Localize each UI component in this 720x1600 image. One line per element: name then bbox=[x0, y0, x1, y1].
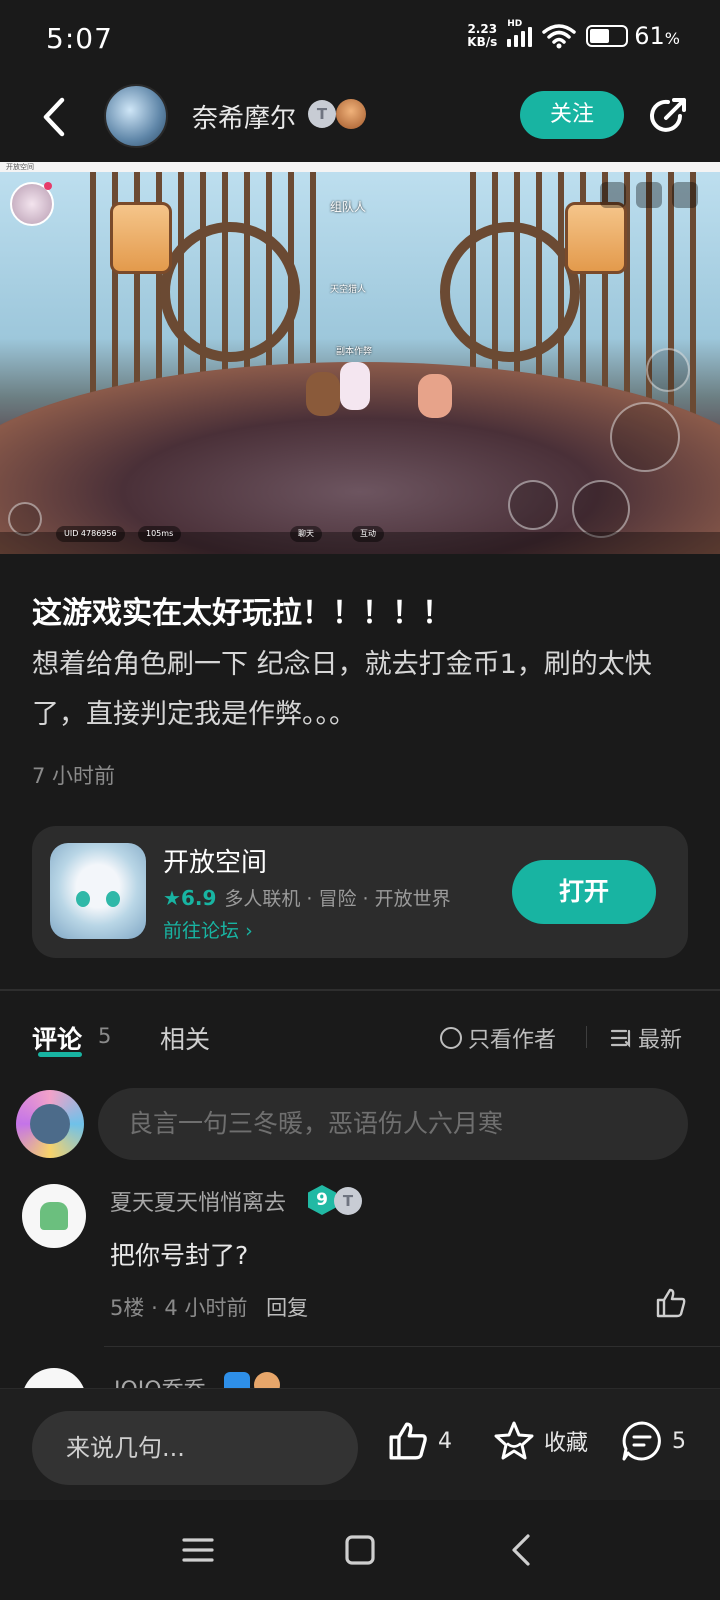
my-avatar-inner bbox=[30, 1104, 70, 1144]
comment-bubble-icon bbox=[622, 1421, 661, 1461]
comments-button[interactable]: 5 bbox=[620, 1419, 686, 1463]
sort-button[interactable]: 最新 bbox=[610, 1022, 682, 1054]
forum-link[interactable]: 前往论坛 › bbox=[163, 916, 253, 943]
open-app-button[interactable]: 打开 bbox=[512, 860, 656, 924]
comment-input[interactable]: 良言一句三冬暖，恶语伤人六月寒 bbox=[98, 1088, 688, 1160]
lantern-left bbox=[110, 202, 172, 274]
skill-button bbox=[572, 480, 630, 538]
wifi-icon bbox=[542, 24, 576, 49]
top-banner-text: 组队人 bbox=[330, 200, 367, 214]
uid-label: UID 4786956 bbox=[56, 526, 125, 542]
title-badge: T bbox=[334, 1187, 362, 1215]
clock-icon bbox=[8, 502, 42, 536]
post-title: 这游戏实在太好玩拉！！！！！ bbox=[32, 596, 452, 631]
battery-percent: 61% bbox=[634, 22, 680, 50]
radio-icon bbox=[440, 1027, 462, 1049]
post-media[interactable]: 开放空间 组队人 天空猎人 副本作弊 UID 4786956 105ms 聊天 … bbox=[0, 162, 720, 554]
section-divider bbox=[0, 989, 720, 991]
thumbs-up-icon bbox=[389, 1422, 427, 1460]
level-badge: 9 bbox=[308, 1185, 336, 1215]
post-header: 奈希摩尔 T 关注 bbox=[0, 78, 720, 160]
back-icon[interactable] bbox=[36, 92, 76, 142]
tab-related[interactable]: 相关 bbox=[160, 1020, 210, 1056]
home-icon[interactable] bbox=[340, 1530, 380, 1570]
skill-button-2 bbox=[508, 480, 558, 530]
character-badge bbox=[336, 99, 366, 129]
comment-username[interactable]: 夏天夏天悄悄离去 bbox=[110, 1185, 286, 1217]
title-badge: T bbox=[308, 100, 336, 128]
status-time: 5:07 bbox=[46, 22, 113, 55]
bear-right bbox=[418, 374, 452, 418]
star-icon: ★ bbox=[163, 885, 181, 910]
app-name[interactable]: 开放空间 bbox=[163, 842, 267, 879]
author-name[interactable]: 奈希摩尔 bbox=[192, 98, 296, 135]
interact-pill: 互动 bbox=[352, 526, 384, 542]
share-icon[interactable] bbox=[646, 94, 690, 138]
status-bar: 5:07 2.23 KB/s HD 61% bbox=[0, 0, 720, 78]
comment-meta: 5楼 · 4 小时前 回复 bbox=[110, 1296, 309, 1320]
reply-button[interactable]: 回复 bbox=[266, 1296, 308, 1320]
network-speed: 2.23 KB/s bbox=[467, 22, 498, 49]
follow-button[interactable]: 关注 bbox=[520, 91, 624, 139]
signal-icon: HD bbox=[507, 19, 533, 47]
center-label: 副本作弊 bbox=[336, 347, 373, 357]
chevron-right-icon: › bbox=[245, 920, 253, 942]
like-button[interactable]: 4 bbox=[386, 1419, 452, 1463]
lantern-right bbox=[565, 202, 627, 274]
hud-icon-2 bbox=[636, 182, 662, 208]
back-nav-icon[interactable] bbox=[502, 1530, 542, 1570]
notification-dot bbox=[44, 182, 52, 190]
author-avatar[interactable] bbox=[104, 84, 168, 148]
system-nav-bar bbox=[0, 1500, 720, 1600]
sort-icon bbox=[610, 1029, 631, 1048]
battery-icon: 61% bbox=[586, 22, 680, 50]
jump-button bbox=[646, 348, 690, 392]
toolbar-separator bbox=[586, 1026, 587, 1048]
post-time: 7 小时前 bbox=[32, 764, 116, 788]
star-outline-icon bbox=[494, 1421, 534, 1460]
hud-icon-1 bbox=[600, 182, 626, 208]
gate-ring-right bbox=[440, 222, 580, 362]
thumbs-up-icon[interactable] bbox=[654, 1286, 688, 1320]
status-icons: 2.23 KB/s HD 61% bbox=[467, 19, 680, 50]
dinosaur-icon bbox=[40, 1202, 68, 1230]
ping-label: 105ms bbox=[138, 526, 182, 542]
menu-icon[interactable] bbox=[178, 1530, 218, 1570]
only-author-toggle[interactable]: 只看作者 bbox=[440, 1022, 556, 1054]
comment-text: 把你号封了? bbox=[110, 1241, 249, 1270]
attack-button bbox=[610, 402, 680, 472]
active-tab-indicator bbox=[38, 1052, 82, 1057]
app-meta: ★6.9 多人联机 · 冒险 · 开放世界 bbox=[163, 884, 451, 911]
chat-pill: 聊天 bbox=[290, 526, 322, 542]
app-tags: 多人联机 · 冒险 · 开放世界 bbox=[224, 888, 451, 910]
bear-left bbox=[306, 372, 340, 416]
app-rating: ★6.9 bbox=[163, 885, 217, 910]
comment-count: 5 bbox=[98, 1024, 112, 1048]
gate-ring-left bbox=[160, 222, 300, 362]
tab-comments[interactable]: 评论 bbox=[32, 1020, 82, 1056]
reply-input[interactable]: 来说几句... bbox=[32, 1411, 358, 1485]
app-card[interactable]: 开放空间 ★6.9 多人联机 · 冒险 · 开放世界 前往论坛 › 打开 bbox=[32, 826, 688, 958]
favorite-button[interactable]: 收藏 bbox=[492, 1419, 588, 1463]
media-window-bar: 开放空间 bbox=[0, 162, 720, 172]
app-icon[interactable] bbox=[50, 843, 146, 939]
comment-divider bbox=[104, 1346, 720, 1347]
player-character bbox=[340, 362, 370, 410]
hud-icon-3 bbox=[672, 182, 698, 208]
npc-label: 天空猎人 bbox=[330, 285, 367, 295]
post-body: 想着给角色刷一下 纪念日，就去打金币1，刷的太快了，直接判定我是作弊。。。 bbox=[32, 649, 652, 730]
bottom-action-bar: 来说几句... 4 收藏 5 bbox=[0, 1388, 720, 1500]
